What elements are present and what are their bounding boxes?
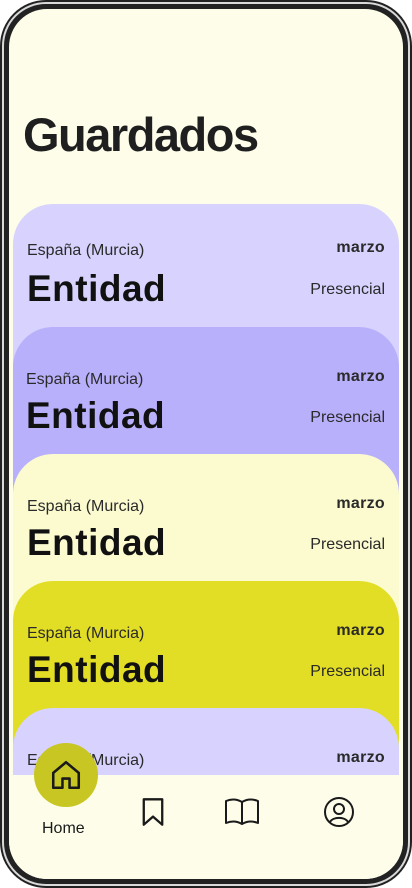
nav-bookmarks-button[interactable] — [136, 795, 170, 829]
card-date: marzo — [336, 239, 385, 256]
card-date: marzo — [336, 368, 385, 385]
card-mode: Presencial — [310, 409, 385, 426]
card-entity: Entidad — [26, 395, 166, 436]
card-date: marzo — [336, 749, 385, 766]
book-icon — [225, 798, 259, 825]
card-entity: Entidad — [27, 649, 167, 690]
card-date: marzo — [336, 622, 385, 639]
card-mode: Presencial — [310, 536, 385, 553]
screen: Guardados España (Murcia) marzo Entidad … — [9, 9, 403, 879]
card-mode: Presencial — [310, 281, 385, 298]
nav-home-label[interactable]: Home — [42, 820, 85, 838]
page-title: Guardados — [23, 108, 259, 161]
card-location: España (Murcia) — [27, 625, 145, 642]
card-date: marzo — [336, 495, 385, 512]
card-location: España (Murcia) — [27, 498, 145, 515]
nav-profile-button[interactable] — [322, 795, 356, 829]
card-entity: Entidad — [27, 268, 167, 309]
bookmark-icon — [142, 798, 164, 826]
card-location: España (Murcia) — [26, 371, 144, 388]
phone-frame: Guardados España (Murcia) marzo Entidad … — [0, 0, 412, 888]
card-location: España (Murcia) — [27, 242, 145, 259]
profile-icon — [324, 797, 354, 827]
card-mode: Presencial — [310, 663, 385, 680]
card-entity: Entidad — [27, 522, 167, 563]
nav-library-button[interactable] — [224, 795, 260, 829]
home-icon — [51, 760, 81, 790]
nav-home-button[interactable] — [34, 743, 98, 807]
bottom-nav: Home — [9, 743, 403, 879]
